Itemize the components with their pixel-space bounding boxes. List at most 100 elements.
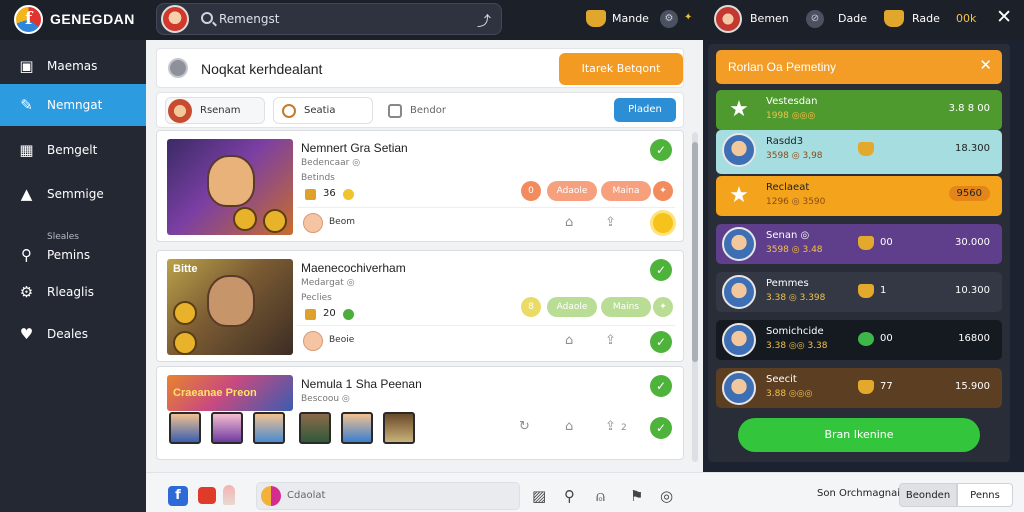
chat-input[interactable]: Cdaolat [256, 482, 520, 510]
tab-action-button[interactable]: Pladen [614, 98, 676, 122]
star-icon[interactable]: ✦ [653, 181, 673, 201]
check-icon[interactable]: ✓ [650, 139, 672, 161]
share-icon[interactable]: ⤴ [477, 11, 491, 31]
tag-pill[interactable]: Adaole [547, 297, 597, 317]
sidebar-item-label: Nemngat [47, 98, 103, 112]
home-icon[interactable]: ⌂ [565, 215, 573, 230]
search-avatar[interactable] [161, 5, 189, 33]
sidebar-item-nemngat[interactable]: ✎ Nemngat [0, 84, 146, 126]
trophy-icon [305, 309, 316, 320]
avatar [168, 99, 192, 123]
card-title[interactable]: Nemula 1 Sha Peenan [301, 377, 422, 391]
game-card[interactable]: Craeanae Preon Nemula 1 Sha Peenan Besco… [156, 366, 684, 460]
leaderboard-row[interactable]: Pemmes 3.38 ◎ 3.398 1 10.300 [716, 272, 1002, 312]
header-action-button[interactable]: Itarek Betqont [559, 53, 683, 85]
sidebar-item-maemas[interactable]: ▣ Maemas [0, 44, 146, 88]
close-icon[interactable]: ✕ [996, 6, 1012, 28]
video-icon[interactable] [198, 487, 216, 504]
notification-icon[interactable]: ◎ [660, 487, 673, 505]
leaderboard-row[interactable]: Senan ◎ 3598 ◎ 3.48 00 30.000 [716, 224, 1002, 264]
image-icon[interactable]: ▨ [532, 487, 546, 505]
row-mid-value: 00 [880, 237, 893, 248]
sidebar-item-label: Bemgelt [47, 143, 98, 157]
home-icon[interactable]: ⌂ [565, 419, 573, 434]
avatar[interactable] [211, 412, 243, 444]
leaderboard-row[interactable]: Somichcide 3.38 ◎◎ 3.38 00 16800 [716, 320, 1002, 360]
avatar[interactable] [253, 412, 285, 444]
close-icon[interactable]: ✕ [979, 56, 992, 74]
avatar[interactable] [383, 412, 415, 444]
settings-icon[interactable]: ⚙ [660, 10, 678, 28]
sidebar-item-semmige[interactable]: ▲ Semmige [0, 172, 146, 216]
user-icon[interactable]: ⍝ [596, 487, 605, 505]
scroll-thumb[interactable] [692, 142, 698, 362]
sidebar-item-bemgelt[interactable]: ▦ Bemgelt [0, 128, 146, 172]
leaderboard-row[interactable]: ★ Vestesdan 1998 ◎◎◎ 3.8 8 00 [716, 90, 1002, 130]
flag-icon[interactable]: ⚑ [630, 487, 643, 505]
app-logo-icon[interactable] [14, 5, 43, 34]
profile-avatar[interactable] [714, 5, 742, 33]
leaderboard-button[interactable]: Bran Ikenine [738, 418, 980, 452]
trophy-icon [858, 284, 874, 298]
sidebar-item-rleaglis[interactable]: ⚙ Rleaglis [0, 270, 146, 314]
refresh-icon[interactable]: ↻ [519, 419, 530, 434]
scrollbar[interactable] [692, 132, 698, 462]
toggle-button-right[interactable]: Penns [957, 483, 1013, 507]
sun-icon[interactable] [653, 213, 673, 233]
image-icon [388, 104, 402, 118]
tag-pill[interactable]: Adaole [547, 181, 597, 201]
game-thumbnail[interactable]: Craeanae Preon [167, 375, 293, 411]
share-icon[interactable]: ⇪ [605, 419, 616, 434]
card-stat: Beom [329, 217, 355, 227]
game-thumbnail[interactable]: Bitte [167, 259, 293, 355]
search-input[interactable]: Remengst [219, 12, 279, 26]
share-icon[interactable]: ⇪ [605, 215, 616, 230]
right-bottom-bar: Son Orchmagnai Beonden Penns [703, 472, 1024, 512]
check-icon[interactable]: ✓ [650, 417, 672, 439]
tab-seatia[interactable]: Seatia [273, 97, 373, 124]
game-card[interactable]: Nemnert Gra Setian Bedencaar ◎ ✓ Betinds… [156, 130, 684, 242]
sidebar-item-deales[interactable]: ♥ Deales [0, 312, 146, 356]
avatar[interactable] [341, 412, 373, 444]
leaderboard-row[interactable]: Seecit 3.88 ◎◎◎ 77 15.900 [716, 368, 1002, 408]
facebook-icon[interactable]: f [168, 486, 188, 506]
avatar [722, 275, 756, 309]
coin-icon [173, 301, 197, 325]
leaderboard-row[interactable]: Rasdd3 3598 ◎ 3,98 18.300 [716, 130, 1002, 174]
tag-pill[interactable]: Maina [601, 181, 651, 201]
game-thumbnail[interactable] [167, 139, 293, 235]
tab-label: Bendor [410, 105, 446, 116]
check-icon[interactable]: ✓ [650, 375, 672, 397]
search-icon[interactable]: ⚲ [564, 487, 575, 505]
leaderboard-panel: Rorlan Oa Pemetiny ✕ ★ Vestesdan 1998 ◎◎◎ 3… [708, 44, 1010, 462]
badge-label[interactable]: Dade [838, 12, 867, 25]
badge-icon: 8 [521, 297, 541, 317]
toggle-button-left[interactable]: Beonden [899, 483, 957, 507]
card-title[interactable]: Nemnert Gra Setian [301, 141, 408, 155]
profile-name[interactable]: Bemen [750, 12, 789, 25]
top-user-name[interactable]: Mande [612, 12, 649, 25]
heart-icon: ♥ [19, 324, 34, 343]
share-icon[interactable]: ⇪ [605, 333, 616, 348]
star-icon: ✦ [684, 12, 693, 23]
icecream-icon[interactable] [223, 485, 235, 505]
search-bar[interactable]: Remengst ⤴ [156, 3, 502, 35]
row-mid-value: 77 [880, 381, 893, 392]
leaf-icon [343, 309, 354, 320]
avatar[interactable] [299, 412, 331, 444]
tab-bendor[interactable]: Bendor [381, 97, 481, 124]
card-title[interactable]: Maenecochiverham [301, 261, 406, 275]
coins-label: Rade [912, 12, 940, 25]
mute-icon[interactable]: ⊘ [806, 10, 824, 28]
home-icon[interactable]: ⌂ [565, 333, 573, 348]
tag-pill[interactable]: Mains [601, 297, 651, 317]
star-icon[interactable]: ✦ [653, 297, 673, 317]
leaderboard-row[interactable]: ★ Reclaeat 1296 ◎ 3590 9560 [716, 176, 1002, 216]
check-icon[interactable]: ✓ [650, 259, 672, 281]
avatar[interactable] [169, 412, 201, 444]
sidebar-item-pemins[interactable]: Sleales ⚲ Pemins [0, 226, 146, 276]
trophy-icon[interactable] [586, 10, 606, 27]
game-card[interactable]: Bitte Maenecochiverham Medargat ◎ ✓ Pecl… [156, 250, 684, 362]
check-icon[interactable]: ✓ [650, 331, 672, 353]
tab-rsenam[interactable]: Rsenam [165, 97, 265, 124]
